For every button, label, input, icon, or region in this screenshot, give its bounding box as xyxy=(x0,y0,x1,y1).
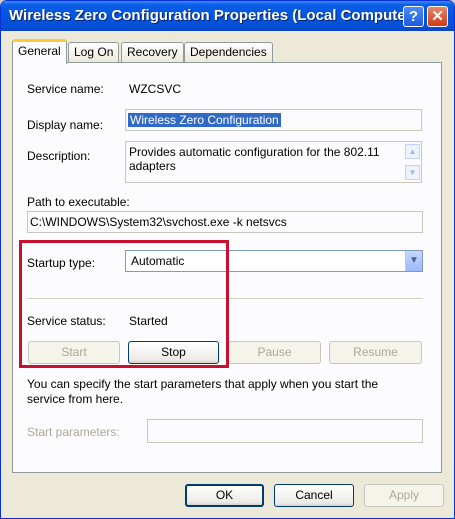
pause-button[interactable]: Pause xyxy=(228,341,321,364)
tab-log-on[interactable]: Log On xyxy=(68,42,120,62)
description-label: Description: xyxy=(27,149,91,163)
properties-dialog: Wireless Zero Configuration Properties (… xyxy=(0,0,455,519)
tab-dependencies[interactable]: Dependencies xyxy=(184,42,273,62)
startup-type-value: Automatic xyxy=(131,254,185,268)
close-button[interactable]: ✕ xyxy=(427,6,448,27)
display-name-field[interactable]: Wireless Zero Configuration xyxy=(125,109,422,131)
scroll-up-icon[interactable]: ▲ xyxy=(405,144,420,159)
service-name-value: WZCSVC xyxy=(129,82,181,96)
tab-label: Recovery xyxy=(127,45,178,59)
start-params-label: Start parameters: xyxy=(27,425,120,439)
apply-button[interactable]: Apply xyxy=(364,484,444,507)
description-value: Provides automatic configuration for the… xyxy=(129,145,380,173)
display-name-label: Display name: xyxy=(27,118,104,132)
stop-button[interactable]: Stop xyxy=(128,341,219,364)
scroll-down-icon[interactable]: ▼ xyxy=(405,165,420,180)
start-params-input[interactable] xyxy=(147,419,423,443)
path-field[interactable]: C:\WINDOWS\System32\svchost.exe -k netsv… xyxy=(27,211,423,233)
help-button[interactable]: ? xyxy=(403,6,424,27)
title-bar[interactable]: Wireless Zero Configuration Properties (… xyxy=(1,1,454,31)
startup-type-label: Startup type: xyxy=(27,256,96,270)
path-label: Path to executable: xyxy=(27,195,130,209)
window-title: Wireless Zero Configuration Properties (… xyxy=(9,7,417,24)
service-status-label: Service status: xyxy=(27,314,106,328)
tab-recovery[interactable]: Recovery xyxy=(121,42,184,62)
tab-label: General xyxy=(18,44,61,58)
service-status-value: Started xyxy=(129,314,168,328)
divider xyxy=(27,298,423,300)
cancel-button[interactable]: Cancel xyxy=(274,484,354,507)
description-field[interactable]: Provides automatic configuration for the… xyxy=(125,141,422,183)
close-icon: ✕ xyxy=(431,8,444,25)
resume-button[interactable]: Resume xyxy=(329,341,422,364)
tab-label: Log On xyxy=(74,45,114,59)
start-button[interactable]: Start xyxy=(28,341,120,364)
startup-type-select[interactable]: Automatic ▼ xyxy=(125,250,423,272)
start-params-help: You can specify the start parameters tha… xyxy=(27,377,379,406)
display-name-value: Wireless Zero Configuration xyxy=(128,113,281,127)
tab-general[interactable]: General xyxy=(12,39,67,64)
ok-button[interactable]: OK xyxy=(185,484,264,507)
help-icon: ? xyxy=(408,8,419,25)
chevron-down-icon[interactable]: ▼ xyxy=(405,251,422,271)
path-value: C:\WINDOWS\System32\svchost.exe -k netsv… xyxy=(30,215,287,229)
tab-label: Dependencies xyxy=(190,45,267,59)
service-name-label: Service name: xyxy=(27,82,104,96)
